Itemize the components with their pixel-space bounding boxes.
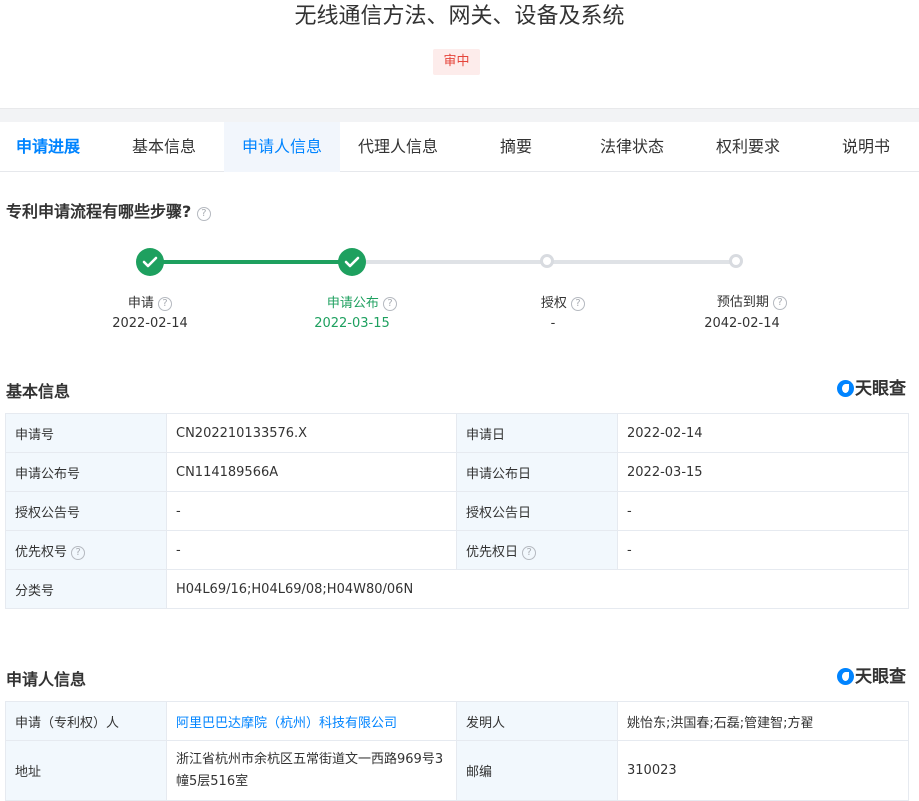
priority-date-label: 优先权日 ? (456, 530, 618, 570)
table-row: 分类号 H04L69/16;H04L69/08;H04W80/06N (5, 569, 909, 609)
step-label: 申请公布 ? (302, 292, 422, 311)
address-label: 地址 (5, 740, 167, 801)
step-label: 申请 ? (90, 292, 210, 311)
process-heading-text: 专利申请流程有哪些步骤? (6, 202, 192, 221)
table-row: 申请（专利权）人 阿里巴巴达摩院（杭州）科技有限公司 发明人 姚怡东;洪国春;石… (5, 701, 909, 741)
section-divider (0, 108, 919, 122)
tab-progress[interactable]: 申请进展 (0, 122, 96, 172)
app-no-label: 申请号 (5, 413, 167, 453)
inventor-value: 姚怡东;洪国春;石磊;管建智;方翟 (617, 701, 909, 741)
progress-line-done (150, 260, 352, 264)
applicant-info-heading: 申请人信息 (6, 670, 87, 689)
step-date: 2042-02-14 (704, 316, 780, 331)
inventor-label: 发明人 (456, 701, 618, 741)
app-date-label: 申请日 (456, 413, 618, 453)
grant-no-value: - (166, 491, 457, 531)
step-date: 2022-02-14 (112, 316, 188, 331)
help-icon[interactable]: ? (383, 297, 398, 311)
priority-no-value: - (166, 530, 457, 570)
table-row: 优先权号 ? - 优先权日 ? - (5, 530, 909, 570)
help-icon[interactable]: ? (773, 296, 788, 310)
step-done-icon (136, 248, 164, 276)
address-value: 浙江省杭州市余杭区五常街道文一西路969号3幢5层516室 (166, 740, 457, 801)
tianyancha-logo-icon (837, 668, 854, 685)
process-heading: 专利申请流程有哪些步骤? ? (6, 198, 211, 222)
app-date-value: 2022-02-14 (617, 413, 909, 453)
tab-bar: 申请进展 基本信息 申请人信息 代理人信息 摘要 法律状态 权利要求 说明书 (0, 122, 919, 172)
table-row: 授权公告号 - 授权公告日 - (5, 491, 909, 531)
table-row: 申请号 CN202210133576.X 申请日 2022-02-14 (5, 413, 909, 453)
brand-logo[interactable]: 天眼查 (837, 666, 906, 688)
help-icon[interactable]: ? (522, 545, 537, 560)
pub-date-value: 2022-03-15 (617, 452, 909, 492)
tianyancha-logo-icon (837, 380, 854, 397)
grant-date-label: 授权公告日 (456, 491, 618, 531)
tab-abstract[interactable]: 摘要 (458, 122, 574, 172)
step-label: 授权 ? (503, 292, 623, 311)
table-row: 地址 浙江省杭州市余杭区五常街道文一西路969号3幢5层516室 邮编 3100… (5, 740, 909, 801)
applicant-label: 申请（专利权）人 (5, 701, 167, 741)
priority-no-label: 优先权号 ? (5, 530, 167, 570)
basic-info-table: 申请号 CN202210133576.X 申请日 2022-02-14 申请公布… (5, 413, 909, 609)
tab-claims[interactable]: 权利要求 (690, 122, 806, 172)
app-no-value: CN202210133576.X (166, 413, 457, 453)
tab-agent-info[interactable]: 代理人信息 (340, 122, 456, 172)
class-value: H04L69/16;H04L69/08;H04W80/06N (166, 569, 909, 609)
step-done-icon (338, 248, 366, 276)
pub-date-label: 申请公布日 (456, 452, 618, 492)
step-pending-icon (540, 254, 554, 268)
brand-logo[interactable]: 天眼查 (837, 378, 906, 400)
tab-basic-info[interactable]: 基本信息 (108, 122, 220, 172)
tab-legal-status[interactable]: 法律状态 (574, 122, 690, 172)
step-label: 预估到期 ? (692, 291, 812, 310)
basic-info-heading: 基本信息 (6, 382, 71, 401)
class-label: 分类号 (5, 569, 167, 609)
step-date: 2022-03-15 (314, 316, 390, 331)
pub-no-label: 申请公布号 (5, 452, 167, 492)
postcode-label: 邮编 (456, 740, 618, 801)
help-icon[interactable]: ? (158, 297, 173, 311)
step-pending-icon (729, 254, 743, 268)
help-icon[interactable]: ? (196, 207, 211, 221)
pub-no-value: CN114189566A (166, 452, 457, 492)
step-date: - (550, 316, 556, 331)
status-badge: 审中 (433, 49, 480, 75)
applicant-info-table: 申请（专利权）人 阿里巴巴达摩院（杭州）科技有限公司 发明人 姚怡东;洪国春;石… (5, 701, 909, 801)
priority-date-value: - (617, 530, 909, 570)
page-title: 无线通信方法、网关、设备及系统 (294, 4, 625, 29)
table-row: 申请公布号 CN114189566A 申请公布日 2022-03-15 (5, 452, 909, 492)
help-icon[interactable]: ? (571, 297, 586, 311)
tab-description[interactable]: 说明书 (808, 122, 919, 172)
help-icon[interactable]: ? (71, 545, 86, 560)
grant-date-value: - (617, 491, 909, 531)
postcode-value: 310023 (617, 740, 909, 801)
applicant-link[interactable]: 阿里巴巴达摩院（杭州）科技有限公司 (166, 701, 457, 741)
tab-applicant-info[interactable]: 申请人信息 (224, 122, 340, 172)
grant-no-label: 授权公告号 (5, 491, 167, 531)
